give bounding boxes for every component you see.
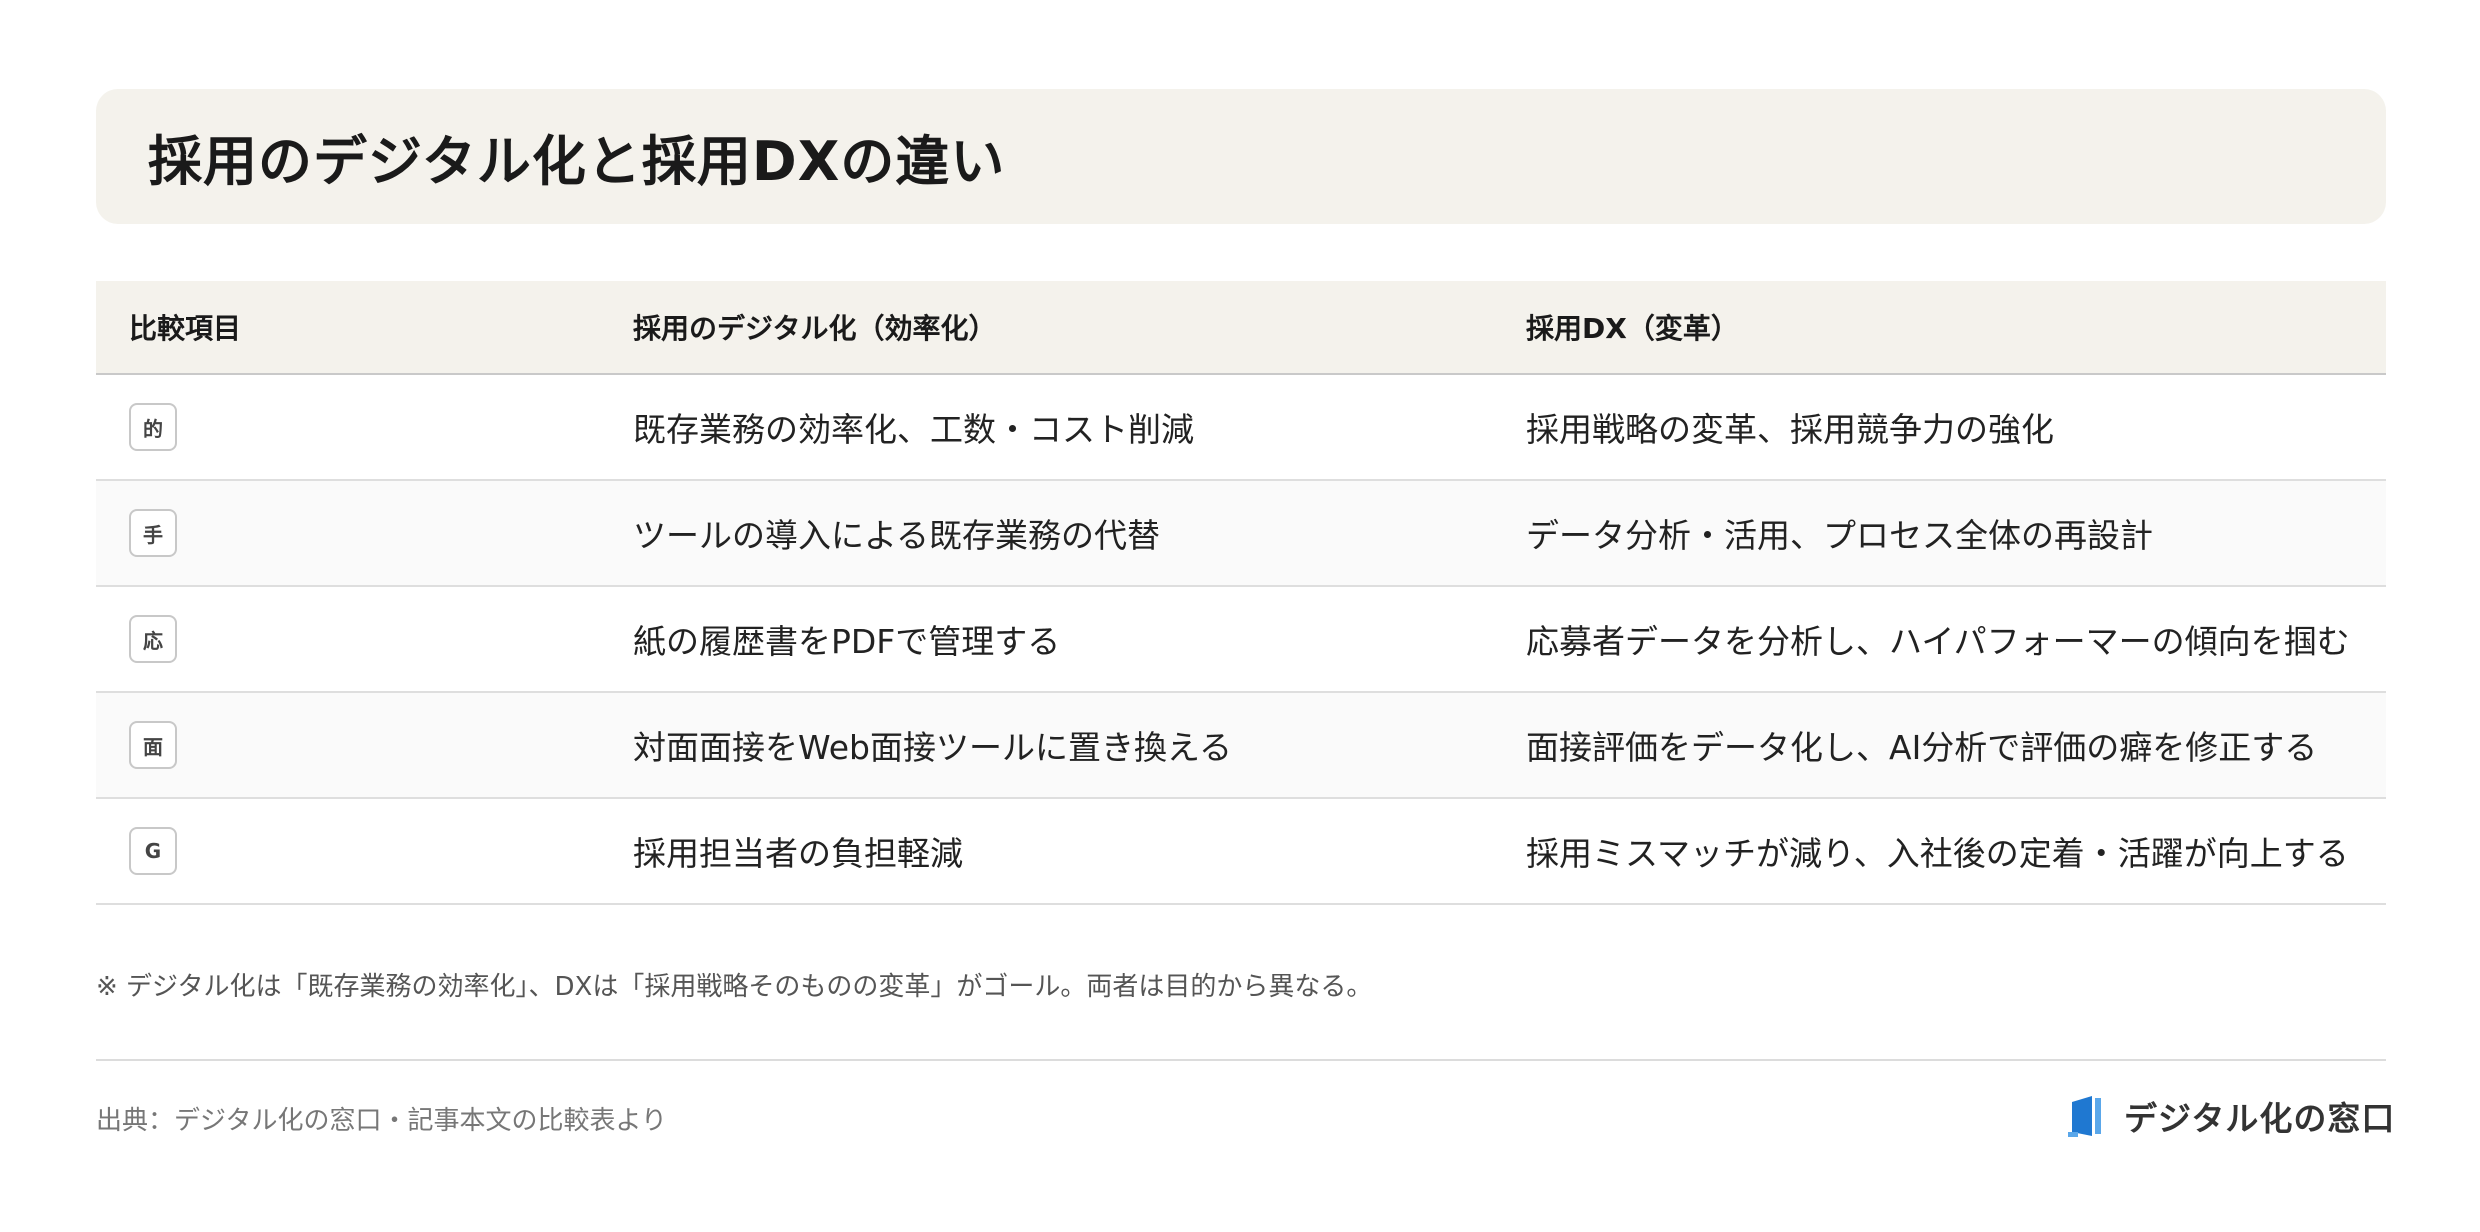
digital-cell: 対面面接をWeb面接ツールに置き換える <box>633 728 1232 767</box>
dx-cell: 採用ミスマッチが減り、入社後の定着・活躍が向上する <box>1526 834 2349 873</box>
brand-logo: デジタル化の窓口 <box>2068 1094 2395 1138</box>
footnote: ※ デジタル化は「既存業務の効率化」、DXは「採用戦略そのものの変革」がゴール。… <box>96 972 1373 1002</box>
brand-name: デジタル化の窓口 <box>2124 1099 2396 1138</box>
footer-divider <box>96 1059 2386 1061</box>
table-row: 応 紙の履歴書をPDFで管理する 応募者データを分析し、ハイパフォーマーの傾向を… <box>96 587 2386 693</box>
header-dx: 採用DX（変革） <box>1526 312 1739 345</box>
row-badge: 的 <box>129 403 177 451</box>
row-badge: 応 <box>129 615 177 663</box>
dx-cell: 採用戦略の変革、採用競争力の強化 <box>1526 410 2054 449</box>
comparison-table: 比較項目 採用のデジタル化（効率化） 採用DX（変革） 的 既存業務の効率化、工… <box>96 281 2386 905</box>
book-door-icon <box>2068 1096 2101 1137</box>
digital-cell: 紙の履歴書をPDFで管理する <box>633 622 1061 661</box>
digital-cell: 採用担当者の負担軽減 <box>633 834 963 873</box>
dx-cell: 面接評価をデータ化し、AI分析で評価の癖を修正する <box>1526 728 2318 767</box>
header-digitalization: 採用のデジタル化（効率化） <box>633 312 997 345</box>
digital-cell: ツールの導入による既存業務の代替 <box>633 516 1161 555</box>
table-row: 手 ツールの導入による既存業務の代替 データ分析・活用、プロセス全体の再設計 <box>96 481 2386 587</box>
page-title: 採用のデジタル化と採用DXの違い <box>148 130 1006 193</box>
row-badge: 手 <box>129 509 177 557</box>
table-row: 的 既存業務の効率化、工数・コスト削減 採用戦略の変革、採用競争力の強化 <box>96 375 2386 481</box>
title-banner: 採用のデジタル化と採用DXの違い <box>96 89 2386 224</box>
dx-cell: 応募者データを分析し、ハイパフォーマーの傾向を掴む <box>1526 622 2350 661</box>
row-badge: G <box>129 827 177 875</box>
table-row: G 採用担当者の負担軽減 採用ミスマッチが減り、入社後の定着・活躍が向上する <box>96 799 2386 905</box>
source-citation: 出典：デジタル化の窓口・記事本文の比較表より <box>96 1106 667 1136</box>
digital-cell: 既存業務の効率化、工数・コスト削減 <box>633 410 1194 449</box>
table-header: 比較項目 採用のデジタル化（効率化） 採用DX（変革） <box>96 281 2386 375</box>
header-comparison-item: 比較項目 <box>129 312 242 345</box>
table-row: 面 対面面接をWeb面接ツールに置き換える 面接評価をデータ化し、AI分析で評価… <box>96 693 2386 799</box>
row-badge: 面 <box>129 721 177 769</box>
dx-cell: データ分析・活用、プロセス全体の再設計 <box>1526 516 2153 555</box>
